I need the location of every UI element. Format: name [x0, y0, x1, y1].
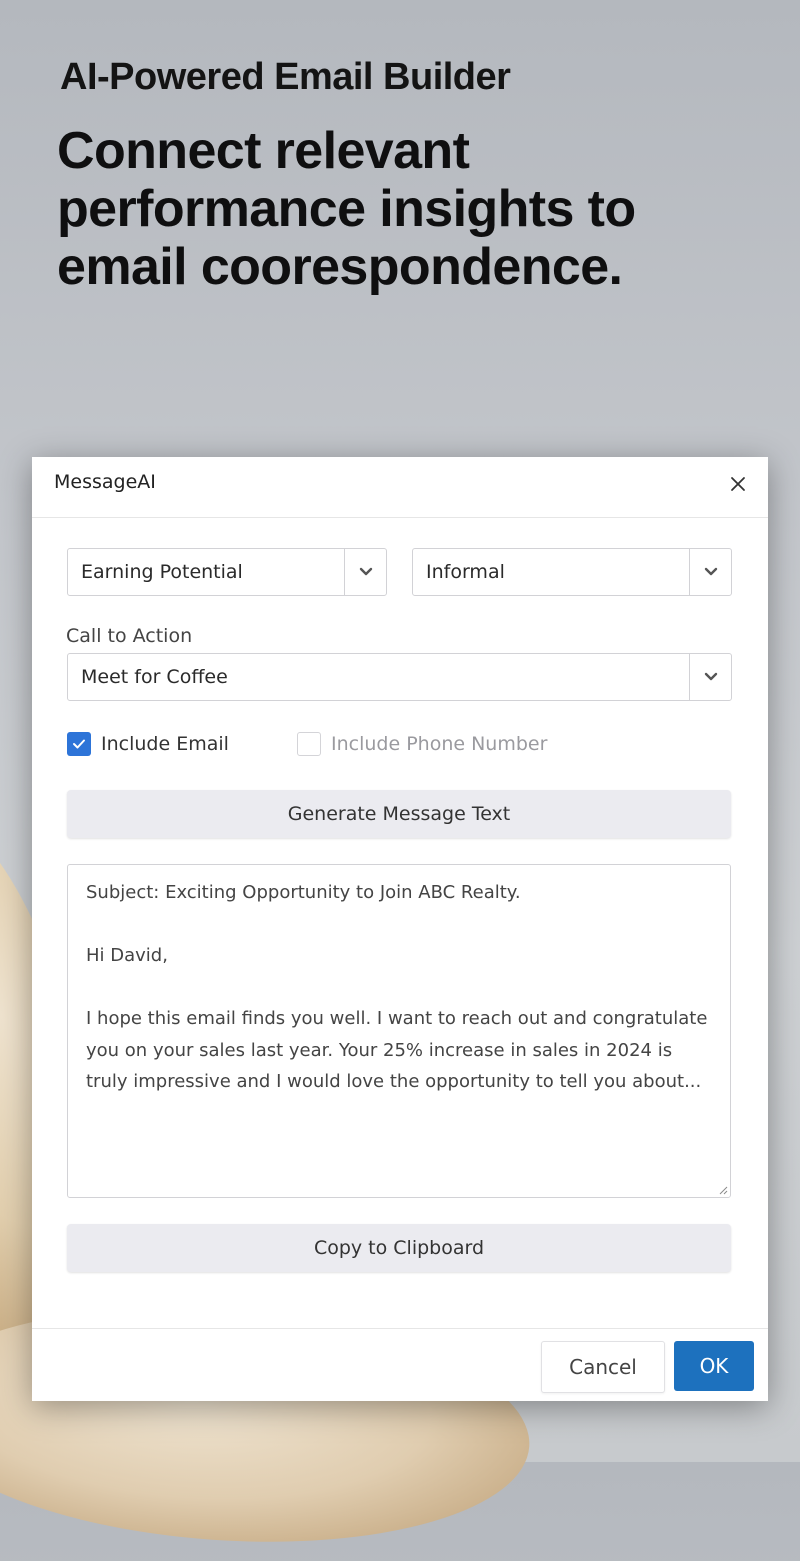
tone-select[interactable]: Informal	[412, 548, 732, 596]
resize-grip-icon[interactable]	[718, 1185, 728, 1195]
cancel-button[interactable]: Cancel	[541, 1341, 665, 1393]
checkmark-icon	[73, 739, 85, 749]
include-phone-label: Include Phone Number	[331, 733, 548, 755]
message-greeting: Hi David,	[86, 945, 168, 966]
call-to-action-toggle[interactable]	[689, 654, 731, 700]
chevron-down-icon	[359, 567, 372, 576]
hero-eyebrow: AI-Powered Email Builder	[60, 56, 511, 98]
include-phone-checkbox[interactable]	[297, 732, 321, 756]
include-email-label: Include Email	[101, 733, 229, 755]
call-to-action-value: Meet for Coffee	[81, 666, 228, 688]
ok-button[interactable]: OK	[674, 1341, 754, 1391]
include-email-checkbox[interactable]	[67, 732, 91, 756]
generate-message-button[interactable]: Generate Message Text	[67, 790, 731, 838]
dialog-header: MessageAI	[32, 457, 768, 518]
call-to-action-label: Call to Action	[66, 625, 193, 647]
message-body: I hope this email finds you well. I want…	[86, 1008, 708, 1092]
copy-to-clipboard-button[interactable]: Copy to Clipboard	[67, 1224, 731, 1272]
messageai-dialog: MessageAI Earning Potential Informal Cal…	[32, 457, 768, 1401]
topic-select[interactable]: Earning Potential	[67, 548, 387, 596]
call-to-action-select[interactable]: Meet for Coffee	[67, 653, 732, 701]
tone-select-value: Informal	[426, 561, 505, 583]
message-subject: Subject: Exciting Opportunity to Join AB…	[86, 882, 521, 903]
tone-select-toggle[interactable]	[689, 549, 731, 595]
dialog-footer: Cancel OK	[32, 1328, 768, 1401]
include-phone-option[interactable]: Include Phone Number	[297, 731, 547, 757]
include-email-option[interactable]: Include Email	[67, 731, 229, 757]
chevron-down-icon	[704, 567, 717, 576]
topic-select-toggle[interactable]	[344, 549, 386, 595]
dialog-title: MessageAI	[54, 471, 156, 493]
topic-select-value: Earning Potential	[81, 561, 243, 583]
hero-headline: Connect relevant performance insights to…	[57, 122, 636, 296]
chevron-down-icon	[704, 672, 717, 681]
close-button[interactable]	[726, 471, 750, 497]
close-icon	[731, 477, 745, 491]
message-textarea[interactable]: Subject: Exciting Opportunity to Join AB…	[67, 864, 731, 1198]
